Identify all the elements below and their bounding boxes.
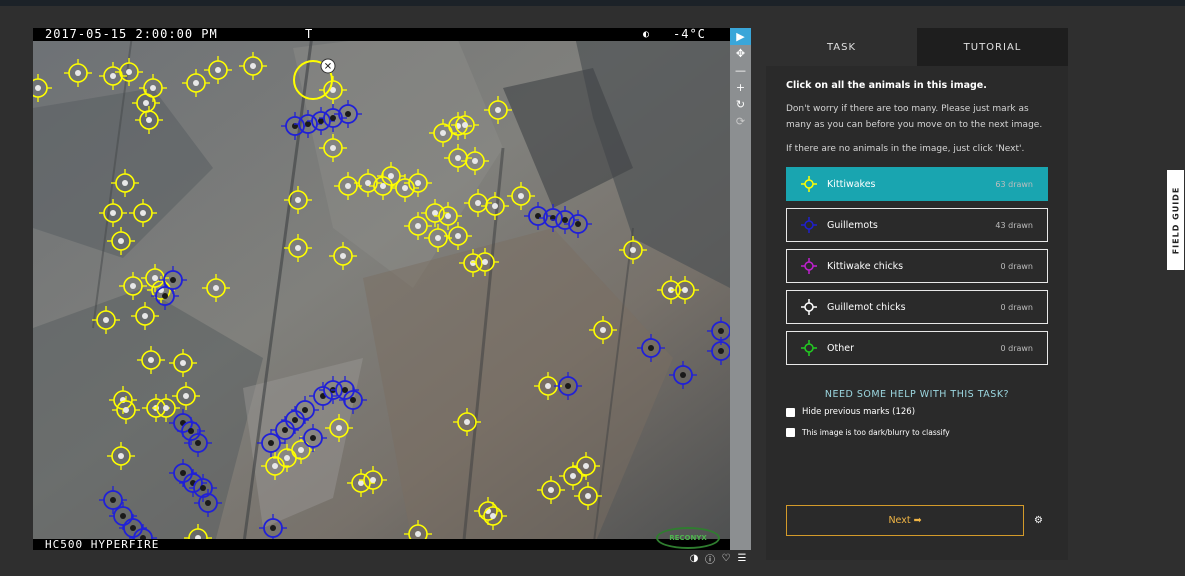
hide-marks-option: Hide previous marks (126) bbox=[786, 407, 1048, 417]
collections-icon[interactable]: ☰ bbox=[736, 552, 748, 564]
task-help-1: Don't worry if there are too many. Pleas… bbox=[786, 104, 1043, 130]
zoom-in-tool[interactable]: + bbox=[730, 79, 751, 96]
task-help-2: If there are no animals in the image, ju… bbox=[786, 144, 1025, 154]
image-actions: ◑ ⓘ ♡ ☰ bbox=[688, 552, 748, 566]
image-tool-strip: ▶ ✥ — + ↻ ⟳ bbox=[730, 28, 751, 550]
tab-task[interactable]: TASK bbox=[766, 28, 917, 66]
field-guide-tab[interactable]: FIELD GUIDE bbox=[1167, 170, 1184, 270]
cursor-arrow-icon: ▶ bbox=[736, 30, 745, 43]
choice-other[interactable]: Other 0 drawn bbox=[786, 331, 1048, 365]
camera-stamp-bottom: HC500 HYPERFIRE bbox=[33, 539, 730, 550]
choice-label: Kittiwakes bbox=[827, 178, 876, 190]
answer-choices: Kittiwakes 63 drawn Guillemots 43 drawn … bbox=[786, 167, 1048, 365]
choice-count: 63 drawn bbox=[995, 179, 1033, 189]
choice-kittiwake-chicks[interactable]: Kittiwake chicks 0 drawn bbox=[786, 249, 1048, 283]
crosshair-icon bbox=[801, 258, 817, 274]
top-bar bbox=[0, 0, 1185, 6]
next-button[interactable]: Next ➡ bbox=[786, 505, 1024, 536]
reset-icon: ⟳ bbox=[735, 115, 746, 128]
pointer-tool[interactable]: ▶ bbox=[730, 28, 751, 45]
camera-model: HC500 HYPERFIRE bbox=[45, 538, 160, 550]
next-row: Next ➡ ⚙ bbox=[786, 505, 1043, 536]
too-dark-checkbox[interactable] bbox=[786, 428, 795, 437]
choice-label: Kittiwake chicks bbox=[827, 260, 904, 272]
hide-marks-label: Hide previous marks (126) bbox=[802, 407, 916, 417]
camera-timestamp: 2017-05-15 2:00:00 PM bbox=[45, 28, 218, 41]
too-dark-label: This image is too dark/blurry to classif… bbox=[802, 428, 950, 437]
hide-marks-checkbox[interactable] bbox=[786, 407, 795, 417]
choice-count: 0 drawn bbox=[1000, 302, 1033, 312]
crosshair-icon bbox=[801, 217, 817, 233]
task-panel: TASK TUTORIAL Click on all the animals i… bbox=[766, 28, 1068, 560]
moon-phase-icon: ◐ bbox=[643, 29, 651, 40]
choice-guillemot-chicks[interactable]: Guillemot chicks 0 drawn bbox=[786, 290, 1048, 324]
crosshair-icon bbox=[801, 340, 817, 356]
camera-temperature: -4°C bbox=[673, 28, 706, 41]
crosshair-icon bbox=[801, 176, 817, 192]
cliff-photo[interactable]: ✕ bbox=[33, 28, 730, 550]
plus-icon: + bbox=[735, 81, 746, 94]
rotate-tool[interactable]: ↻ bbox=[730, 96, 751, 113]
task-tabs: TASK TUTORIAL bbox=[766, 28, 1068, 66]
choice-label: Other bbox=[827, 342, 854, 354]
crosshair-icon bbox=[801, 299, 817, 315]
move-icon: ✥ bbox=[735, 47, 746, 60]
camera-flag: T bbox=[305, 28, 314, 41]
subject-image-viewer[interactable]: ✕ 2017-05-15 2:00:00 PM T ◐ -4°C HC500 H… bbox=[33, 28, 730, 550]
choice-label: Guillemots bbox=[827, 219, 878, 231]
need-help-link[interactable]: NEED SOME HELP WITH THIS TASK? bbox=[786, 389, 1048, 400]
choice-label: Guillemot chicks bbox=[827, 301, 906, 313]
task-question: Click on all the animals in this image. bbox=[786, 80, 987, 91]
too-dark-option: This image is too dark/blurry to classif… bbox=[786, 428, 1048, 437]
choice-count: 0 drawn bbox=[1000, 343, 1033, 353]
choice-count: 43 drawn bbox=[995, 220, 1033, 230]
reconyx-logo-text: RECONYX bbox=[669, 534, 707, 542]
move-tool[interactable]: ✥ bbox=[730, 45, 751, 62]
camera-stamp-top: 2017-05-15 2:00:00 PM T ◐ -4°C bbox=[33, 28, 730, 41]
minus-icon: — bbox=[735, 64, 746, 77]
choice-kittiwakes[interactable]: Kittiwakes 63 drawn bbox=[786, 167, 1048, 201]
choice-guillemots[interactable]: Guillemots 43 drawn bbox=[786, 208, 1048, 242]
rotate-icon: ↻ bbox=[735, 98, 746, 111]
task-body: Click on all the animals in this image. … bbox=[766, 66, 1068, 451]
favorite-icon[interactable]: ♡ bbox=[720, 552, 732, 564]
zoom-out-tool[interactable]: — bbox=[730, 62, 751, 79]
contrast-icon[interactable]: ◑ bbox=[688, 552, 700, 564]
tab-tutorial[interactable]: TUTORIAL bbox=[917, 28, 1068, 66]
field-guide-label: FIELD GUIDE bbox=[1171, 186, 1181, 254]
gear-icon[interactable]: ⚙ bbox=[1034, 515, 1043, 526]
reconyx-logo: RECONYX bbox=[656, 527, 720, 549]
reset-tool[interactable]: ⟳ bbox=[730, 113, 751, 130]
choice-count: 0 drawn bbox=[1000, 261, 1033, 271]
info-icon[interactable]: ⓘ bbox=[704, 552, 716, 566]
svg-text:✕: ✕ bbox=[324, 62, 332, 73]
